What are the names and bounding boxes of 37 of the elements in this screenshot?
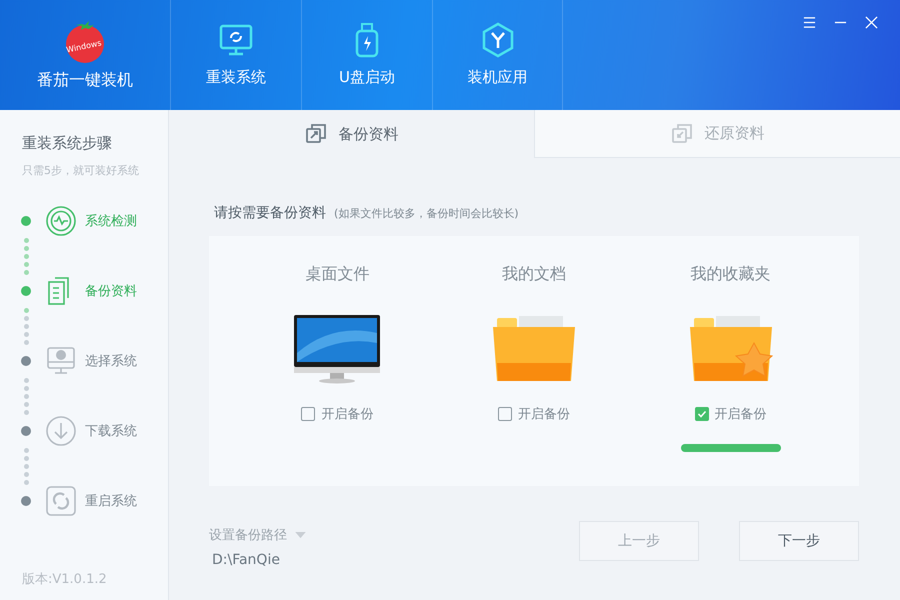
backup-checkbox[interactable]: 开启备份 <box>694 405 767 423</box>
step-label: 选择系统 <box>85 353 137 370</box>
version-text: 版本:V1.0.1.2 <box>22 571 108 588</box>
backup-path-dropdown[interactable]: 设置备份路径 <box>209 526 306 544</box>
monitor-icon <box>218 22 254 58</box>
backup-path-text: D:\FanQie <box>211 552 281 568</box>
logo-text: Windows <box>65 38 102 55</box>
item-title: 桌面文件 <box>305 264 370 285</box>
sidebar-subtitle: 只需5步，就可装好系统 <box>22 163 140 178</box>
step-label: 系统检测 <box>85 213 137 230</box>
backup-checkbox[interactable]: 开启备份 <box>498 405 570 423</box>
pulse-circle-icon <box>45 205 77 237</box>
checkbox[interactable] <box>498 407 512 421</box>
restore-icon <box>670 122 692 144</box>
backup-checkbox[interactable]: 开启备份 <box>301 405 374 423</box>
monitor-check-icon <box>45 345 77 377</box>
menu-icon[interactable] <box>803 16 816 29</box>
caret-icon <box>295 532 306 538</box>
desktop-monitor-icon <box>292 313 382 385</box>
item-title: 我的收藏夹 <box>690 264 771 285</box>
tab[interactable]: 还原资料 <box>534 110 900 158</box>
section-heading: 请按需要备份资料 <box>214 204 326 222</box>
close-icon[interactable] <box>865 16 878 29</box>
step-label: 重启系统 <box>85 493 137 510</box>
backup-icon <box>304 123 326 145</box>
item-title: 我的文档 <box>502 264 566 285</box>
step-label: 备份资料 <box>85 283 137 300</box>
checkbox[interactable] <box>301 407 316 421</box>
app-title: 番茄一键装机 <box>37 70 133 91</box>
checkmark-icon <box>696 408 708 420</box>
hint-text: (如果文件比较多，备份时间会比较长) <box>334 206 519 221</box>
checkbox[interactable] <box>694 407 709 421</box>
sidebar-title: 重装系统步骤 <box>22 134 113 153</box>
restart-icon <box>45 485 77 517</box>
step-button[interactable]: 下一步 <box>739 521 859 561</box>
step-label: 下载系统 <box>85 423 137 440</box>
download-icon <box>45 415 77 447</box>
